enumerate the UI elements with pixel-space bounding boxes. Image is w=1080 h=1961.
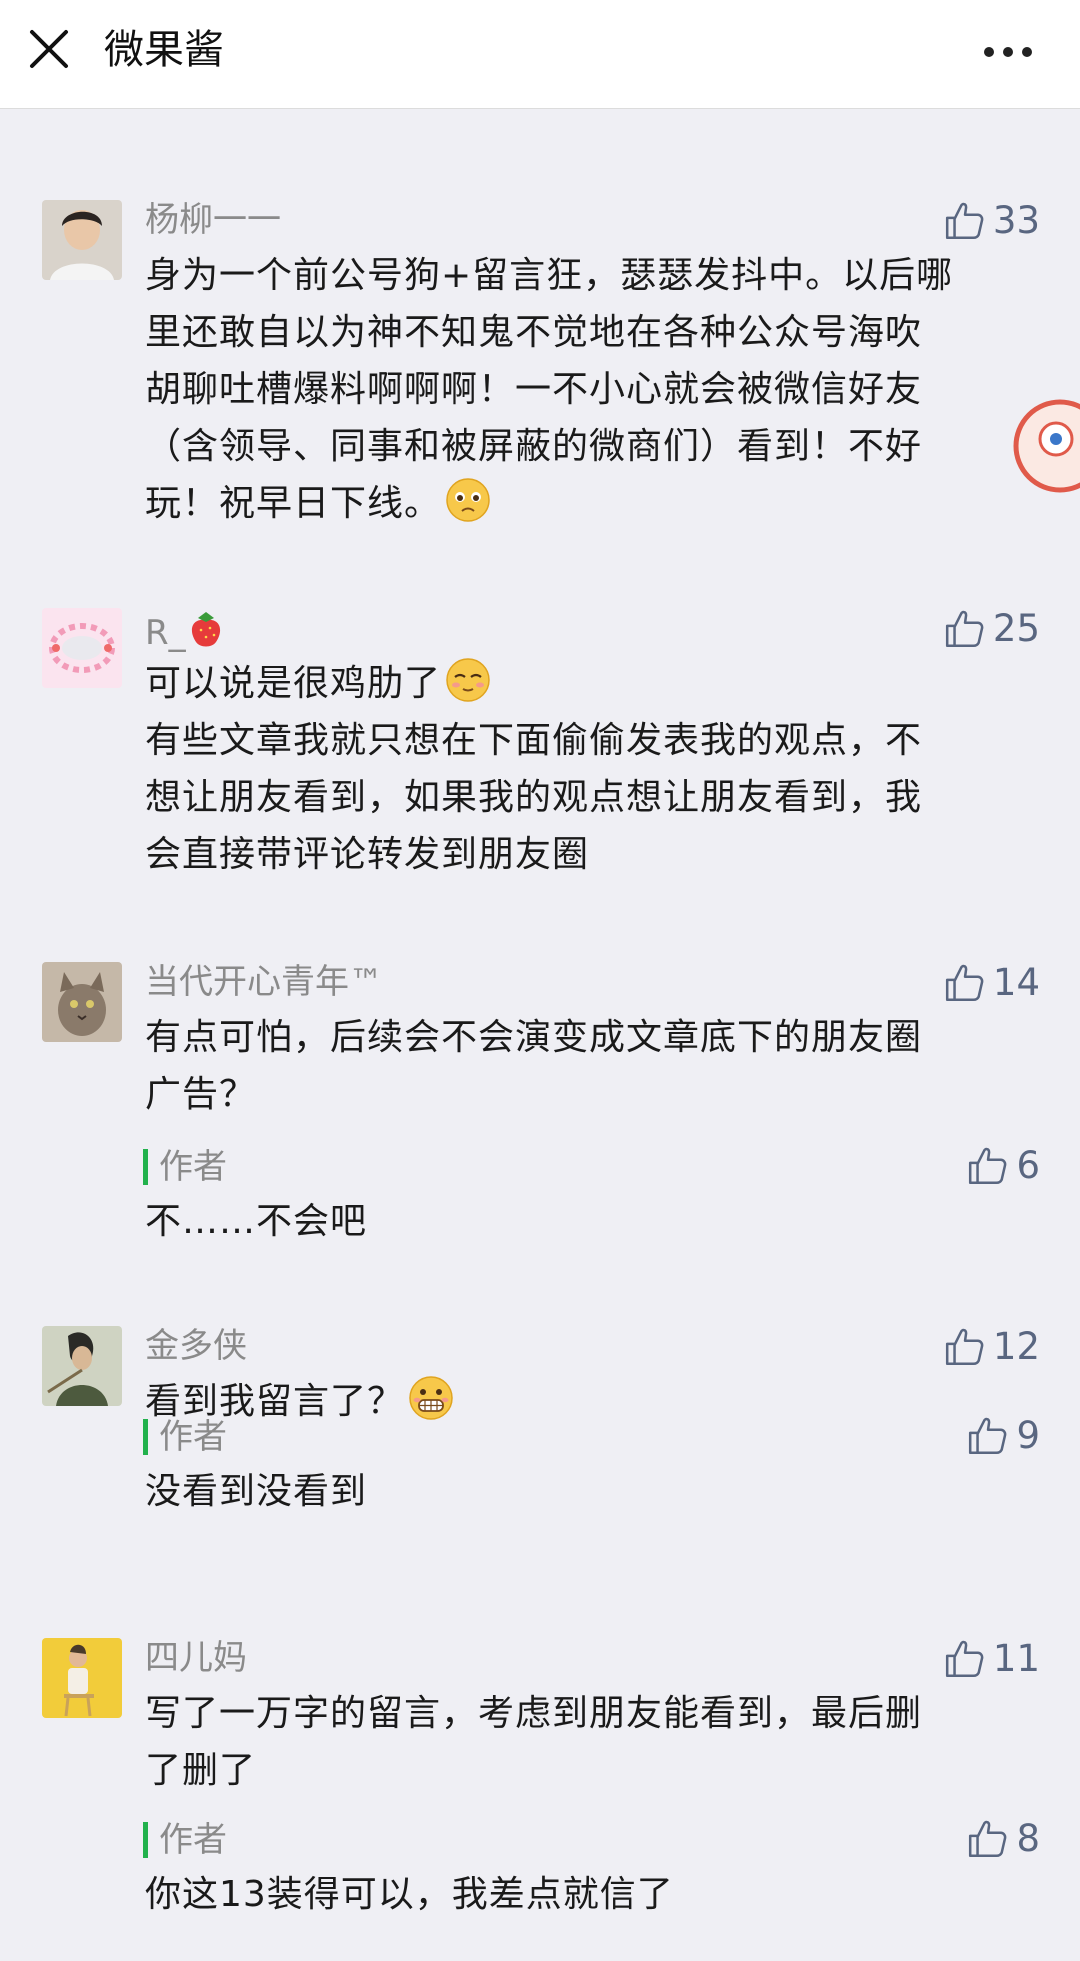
comment-text: 写了一万字的留言，考虑到朋友能看到，最后删 了删了 (145, 1685, 1035, 1799)
comment-line: 有些文章我就只想在下面偷偷发表我的观点，不 (145, 720, 923, 761)
nickname: 杨柳一一 (145, 200, 281, 240)
like-button[interactable]: 25 (943, 606, 1040, 652)
comment-line: 胡聊吐槽爆料啊啊啊！一不小心就会被微信好友 (145, 369, 923, 410)
comment-line: 广告？ (145, 1074, 257, 1115)
author-label: 作者 (159, 1820, 227, 1860)
comment-line: （含领导、同事和被屏蔽的微商们）看到！不好 (145, 426, 923, 467)
nickname: 四儿妈 (145, 1638, 247, 1678)
like-button[interactable]: 14 (943, 960, 1040, 1006)
nickname: 金多侠 (145, 1326, 247, 1366)
avatar[interactable] (42, 608, 122, 688)
reply-like-button[interactable]: 8 (966, 1816, 1040, 1862)
relieved-face-emoji (446, 658, 490, 702)
reply-text: 你这13装得可以，我差点就信了 (145, 1874, 674, 1915)
like-button[interactable]: 11 (943, 1636, 1040, 1682)
comment-line: 里还敢自以为神不知鬼不觉地在各种公众号海吹 (145, 312, 923, 353)
reply-text: 没看到没看到 (145, 1471, 368, 1512)
thumbs-up-icon (966, 1415, 1008, 1457)
thumbs-up-icon (943, 608, 985, 650)
reply-like-button[interactable]: 6 (966, 1143, 1040, 1189)
author-label: 作者 (159, 1147, 227, 1187)
avatar[interactable] (42, 1326, 122, 1406)
comment-line: 玩！祝早日下线。 (145, 475, 1035, 532)
comment-line: 有点可怕，后续会不会演变成文章底下的朋友圈 (145, 1017, 923, 1058)
comment-line: 了删了 (145, 1750, 257, 1791)
avatar[interactable] (42, 962, 122, 1042)
nickname: 当代开心青年™ (145, 962, 383, 1002)
reply-accent-bar (143, 1149, 148, 1185)
nickname: R_ (145, 608, 226, 653)
pleading-face-emoji (446, 478, 490, 522)
like-count: 8 (1016, 1817, 1040, 1860)
close-icon[interactable] (22, 22, 82, 82)
comment-text: 有点可怕，后续会不会演变成文章底下的朋友圈 广告？ (145, 1009, 1035, 1123)
comment-text: 可以说是很鸡肋了 有些文章我就只想在下面偷偷发表我的观点，不 想让朋友看到，如果… (145, 655, 1035, 883)
comment-line: 想让朋友看到，如果我的观点想让朋友看到，我 (145, 777, 923, 818)
reply-accent-bar (143, 1822, 148, 1858)
reply-text: 不……不会吧 (145, 1201, 368, 1242)
avatar[interactable] (42, 200, 122, 280)
avatar[interactable] (42, 1638, 122, 1718)
comment-text: 身为一个前公号狗+留言狂，瑟瑟发抖中。以后哪 里还敢自以为神不知鬼不觉地在各种公… (145, 247, 1035, 532)
author-reply-header: 作者 (143, 1818, 1040, 1860)
strawberry-emoji (191, 612, 220, 647)
thumbs-up-icon (943, 200, 985, 242)
like-count: 14 (992, 961, 1040, 1004)
like-count: 6 (1016, 1144, 1040, 1187)
thumbs-up-icon (943, 1638, 985, 1680)
reply-accent-bar (143, 1419, 148, 1455)
author-reply-header: 作者 (143, 1415, 1040, 1457)
decorative-sticker-icon (1013, 399, 1080, 493)
page-title: 微果酱 (104, 27, 224, 73)
comment-list: 杨柳一一 33 身为一个前公号狗+留言狂，瑟瑟发抖中。以后哪 里还敢自以为神不知… (0, 109, 1080, 1961)
thumbs-up-icon (966, 1145, 1008, 1187)
comment-line: 写了一万字的留言，考虑到朋友能看到，最后删 (145, 1693, 923, 1734)
like-button[interactable]: 33 (943, 198, 1040, 244)
thumbs-up-icon (943, 1326, 985, 1368)
like-count: 9 (1016, 1414, 1040, 1457)
like-count: 11 (992, 1637, 1040, 1680)
thumbs-up-icon (943, 962, 985, 1004)
comment-line: 会直接带评论转发到朋友圈 (145, 834, 590, 875)
more-icon[interactable] (975, 28, 1045, 76)
comment-line: 身为一个前公号狗+留言狂，瑟瑟发抖中。以后哪 (145, 255, 954, 296)
like-count: 33 (992, 199, 1040, 242)
top-bar: 微果酱 (0, 0, 1080, 109)
comment-line: 可以说是很鸡肋了 (145, 655, 1035, 712)
like-button[interactable]: 12 (943, 1324, 1040, 1370)
like-count: 25 (992, 607, 1040, 650)
thumbs-up-icon (966, 1818, 1008, 1860)
author-label: 作者 (159, 1417, 227, 1457)
author-reply-header: 作者 (143, 1145, 1040, 1187)
reply-like-button[interactable]: 9 (966, 1413, 1040, 1459)
like-count: 12 (992, 1325, 1040, 1368)
